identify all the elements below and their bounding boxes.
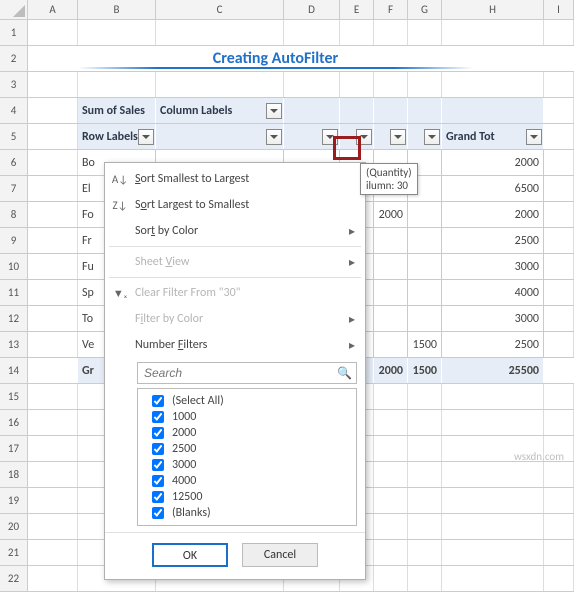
column-headers: A B C D E F G H I bbox=[0, 0, 574, 20]
tooltip-line1: (Quantity) bbox=[366, 166, 412, 179]
col-F[interactable]: F bbox=[374, 0, 408, 19]
check-12500[interactable]: 12500 bbox=[142, 489, 352, 505]
row-2: 2 Creating AutoFilter bbox=[0, 46, 574, 72]
check-1000[interactable]: 1000 bbox=[142, 409, 352, 425]
row-head-3[interactable]: 3 bbox=[0, 72, 28, 97]
row-head-5[interactable]: 5 bbox=[0, 124, 28, 149]
spreadsheet: A B C D E F G H I 1 2 Creating AutoFilte… bbox=[0, 0, 574, 573]
col-I[interactable]: I bbox=[544, 0, 574, 19]
row-head-4[interactable]: 4 bbox=[0, 98, 28, 123]
check-3000[interactable]: 3000 bbox=[142, 457, 352, 473]
col-val-d bbox=[284, 124, 340, 149]
highlighted-dropdown-outline bbox=[333, 136, 361, 160]
check-4000[interactable]: 4000 bbox=[142, 473, 352, 489]
row-labels-dropdown[interactable] bbox=[138, 129, 154, 145]
tooltip-line2: ilumn: 30 bbox=[366, 179, 412, 192]
filter-checklist[interactable]: (Select All) 1000 2000 2500 3000 4000 12… bbox=[137, 388, 357, 526]
col-A[interactable]: A bbox=[28, 0, 78, 19]
col-C[interactable]: C bbox=[156, 0, 284, 19]
row-5: 5 Row Labels Grand Tot bbox=[0, 124, 574, 150]
clear-filter-item: ▼ₓ Clear Filter From "30" bbox=[105, 280, 365, 306]
col-H[interactable]: H bbox=[442, 0, 544, 19]
check-select-all[interactable]: (Select All) bbox=[142, 393, 352, 409]
select-all-corner[interactable] bbox=[0, 0, 28, 20]
column-labels-dropdown[interactable] bbox=[266, 103, 282, 119]
col-g-dropdown[interactable] bbox=[424, 129, 440, 145]
col-G[interactable]: G bbox=[408, 0, 442, 19]
clear-filter-icon: ▼ₓ bbox=[105, 287, 135, 300]
col-val-c bbox=[156, 124, 284, 149]
title-cell: Creating AutoFilter bbox=[78, 46, 474, 71]
col-val-f bbox=[374, 124, 408, 149]
col-E[interactable]: E bbox=[340, 0, 374, 19]
ok-button[interactable]: OK bbox=[152, 543, 228, 567]
grand-total-head: Grand Tot bbox=[442, 124, 544, 149]
title-underline bbox=[78, 67, 473, 69]
measure-label: Sum of Sales bbox=[78, 98, 156, 123]
row-3: 3 bbox=[0, 72, 574, 98]
watermark: wsxdn.com bbox=[514, 450, 564, 463]
col-val-g bbox=[408, 124, 442, 149]
search-input[interactable] bbox=[142, 365, 337, 381]
row-head-1[interactable]: 1 bbox=[0, 20, 28, 45]
col-f-dropdown[interactable] bbox=[390, 129, 406, 145]
number-filters-item[interactable]: Number Filters bbox=[105, 332, 365, 358]
check-2500[interactable]: 2500 bbox=[142, 441, 352, 457]
check-blanks[interactable]: (Blanks) bbox=[142, 505, 352, 521]
search-box[interactable]: 🔍 bbox=[137, 362, 357, 384]
row-4: 4 Sum of Sales Column Labels bbox=[0, 98, 574, 124]
column-labels-cell: Column Labels bbox=[156, 98, 284, 123]
row-labels-cell: Row Labels bbox=[78, 124, 156, 149]
filter-by-color-item: Filter by Color bbox=[105, 306, 365, 332]
autofilter-menu: A↓ SSort Smallest to Largestort Smallest… bbox=[104, 162, 366, 580]
sort-asc-icon: A↓ bbox=[105, 173, 135, 186]
col-D[interactable]: D bbox=[284, 0, 340, 19]
column-tooltip: (Quantity) ilumn: 30 bbox=[360, 163, 418, 195]
check-2000[interactable]: 2000 bbox=[142, 425, 352, 441]
col-B[interactable]: B bbox=[78, 0, 156, 19]
cancel-button[interactable]: Cancel bbox=[242, 543, 318, 567]
row-head-2[interactable]: 2 bbox=[0, 46, 28, 71]
sort-by-color-item[interactable]: Sort by Color bbox=[105, 218, 365, 244]
sheet-view-item: Sheet View bbox=[105, 249, 365, 275]
col-c-dropdown[interactable] bbox=[266, 129, 282, 145]
search-icon: 🔍 bbox=[337, 366, 352, 381]
menu-buttons: OK Cancel bbox=[105, 532, 365, 579]
row-1: 1 bbox=[0, 20, 574, 46]
sort-desc-item[interactable]: Z↓ Sort Largest to Smallest bbox=[105, 192, 365, 218]
sort-asc-item[interactable]: A↓ SSort Smallest to Largestort Smallest… bbox=[105, 166, 365, 192]
sort-desc-icon: Z↓ bbox=[105, 199, 135, 212]
grand-total-dropdown[interactable] bbox=[526, 129, 542, 145]
